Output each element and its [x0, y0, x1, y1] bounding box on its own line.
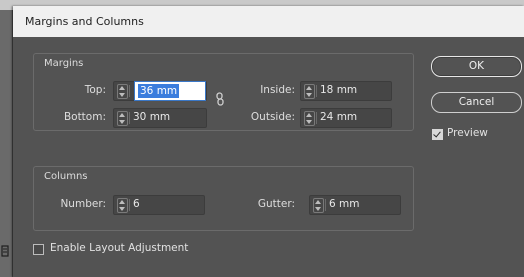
- outside-stepper[interactable]: [304, 111, 315, 126]
- preview-checkbox[interactable]: [432, 129, 443, 140]
- preview-label[interactable]: Preview: [447, 127, 488, 139]
- top-stepper[interactable]: [117, 84, 128, 99]
- enable-layout-adjustment-checkbox[interactable]: [33, 244, 44, 255]
- inside-field[interactable]: 18 mm: [300, 81, 392, 101]
- background-marker-icon: [1, 245, 9, 257]
- inside-label: Inside:: [260, 84, 295, 96]
- number-value[interactable]: 6: [133, 198, 140, 210]
- columns-group-label: Columns: [44, 171, 88, 182]
- bottom-field[interactable]: 30 mm: [113, 108, 207, 128]
- stepper-down-icon[interactable]: [306, 93, 312, 97]
- gutter-label: Gutter:: [257, 198, 295, 210]
- outside-field[interactable]: 24 mm: [300, 108, 392, 128]
- field-separator: [129, 112, 130, 124]
- stepper-down-icon[interactable]: [306, 120, 312, 124]
- outside-value[interactable]: 24 mm: [320, 111, 357, 123]
- ok-button[interactable]: OK: [431, 56, 522, 77]
- stepper-down-icon[interactable]: [119, 207, 125, 211]
- top-value-selection: 36 mm: [138, 84, 180, 98]
- number-stepper[interactable]: [117, 198, 128, 213]
- margins-and-columns-dialog: Margins and Columns Margins Top: 36 mm B…: [13, 6, 524, 277]
- bottom-label: Bottom:: [63, 111, 106, 123]
- stepper-up-icon[interactable]: [119, 86, 125, 90]
- stepper-down-icon[interactable]: [119, 120, 125, 124]
- chain-link-icon[interactable]: [215, 92, 225, 106]
- enable-layout-adjustment-label[interactable]: Enable Layout Adjustment: [50, 242, 188, 254]
- dialog-title: Margins and Columns: [25, 15, 144, 28]
- top-input[interactable]: 36 mm: [134, 81, 206, 101]
- field-separator: [316, 85, 317, 97]
- background-panel: [0, 10, 12, 277]
- field-separator: [129, 199, 130, 211]
- gutter-value[interactable]: 6 mm: [329, 198, 359, 210]
- inside-value[interactable]: 18 mm: [320, 84, 357, 96]
- stepper-up-icon[interactable]: [119, 200, 125, 204]
- cancel-button[interactable]: Cancel: [431, 92, 522, 113]
- stepper-up-icon[interactable]: [315, 200, 321, 204]
- top-label: Top:: [84, 84, 106, 96]
- stepper-down-icon[interactable]: [119, 93, 125, 97]
- number-field[interactable]: 6: [113, 195, 205, 215]
- gutter-stepper[interactable]: [313, 198, 324, 213]
- bottom-stepper[interactable]: [117, 111, 128, 126]
- inside-stepper[interactable]: [304, 84, 315, 99]
- number-label: Number:: [60, 198, 106, 210]
- stepper-down-icon[interactable]: [315, 207, 321, 211]
- field-separator: [316, 112, 317, 124]
- outside-label: Outside:: [250, 111, 295, 123]
- stepper-up-icon[interactable]: [306, 113, 312, 117]
- stepper-up-icon[interactable]: [119, 113, 125, 117]
- stepper-up-icon[interactable]: [306, 86, 312, 90]
- dialog-titlebar[interactable]: Margins and Columns: [13, 6, 524, 37]
- gutter-field[interactable]: 6 mm: [309, 195, 401, 215]
- bottom-value[interactable]: 30 mm: [133, 111, 170, 123]
- margins-group-label: Margins: [44, 58, 84, 69]
- field-separator: [129, 85, 130, 97]
- field-separator: [325, 199, 326, 211]
